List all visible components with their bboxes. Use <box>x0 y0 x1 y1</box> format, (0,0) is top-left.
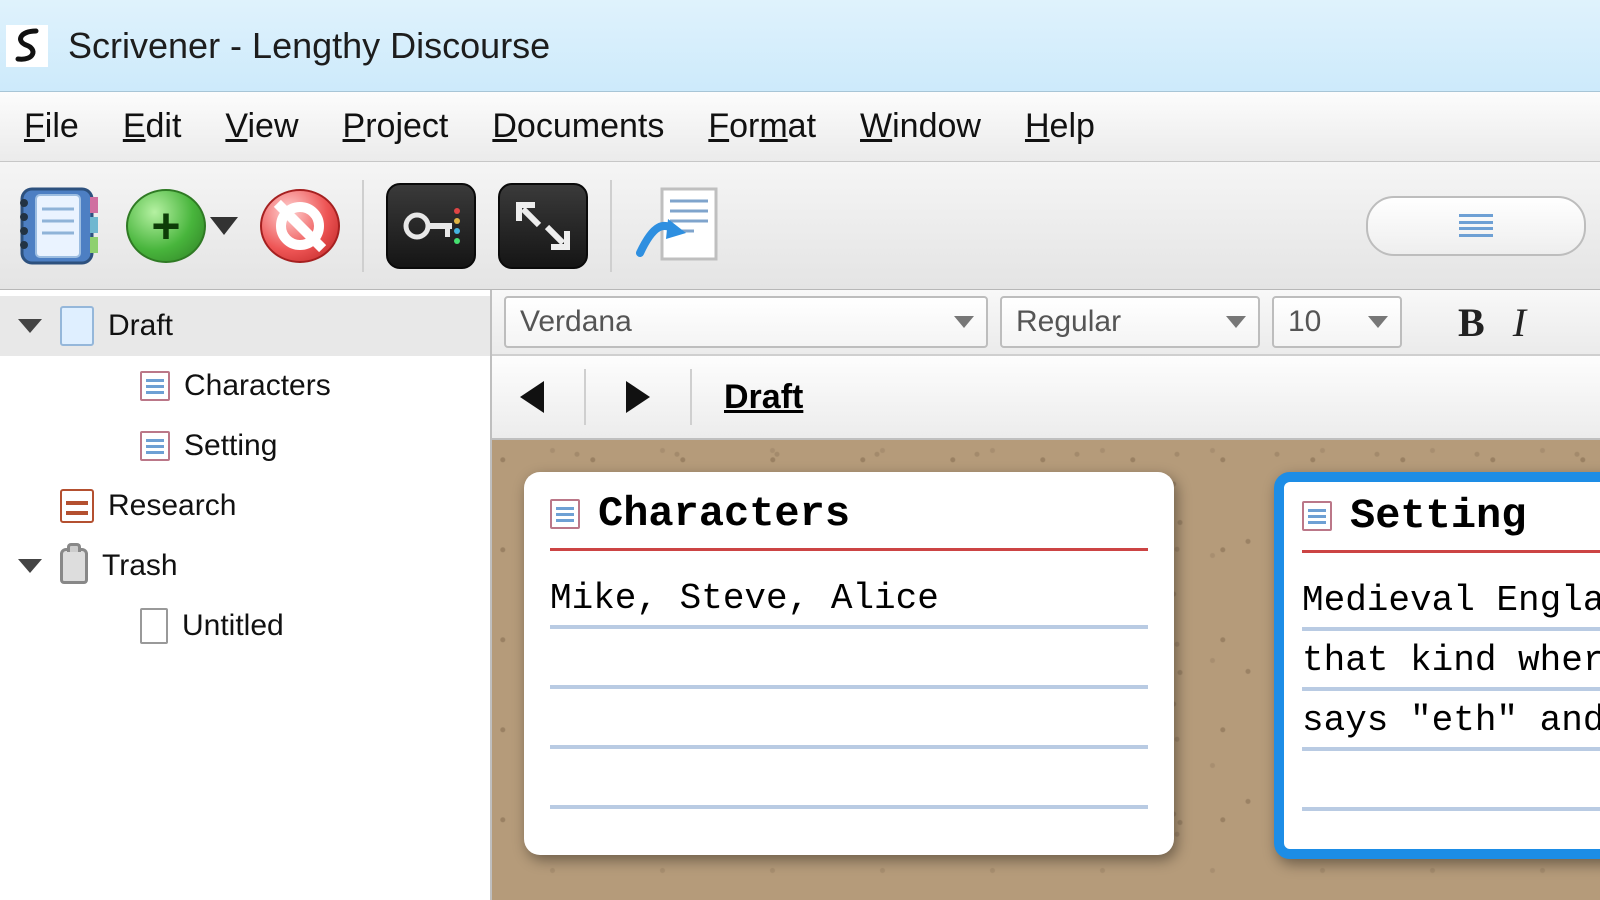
expand-icon <box>515 201 571 251</box>
menu-project[interactable]: Project <box>343 107 449 146</box>
triangle-right-icon <box>626 381 650 413</box>
key-icon <box>401 201 461 251</box>
triangle-left-icon <box>520 381 544 413</box>
menu-file[interactable]: File <box>24 107 79 146</box>
nav-forward-button[interactable] <box>618 377 658 417</box>
chevron-down-icon <box>1368 316 1388 328</box>
app-icon <box>6 25 48 67</box>
card-body[interactable]: Medieval England, but not that kind wher… <box>1302 571 1600 831</box>
menu-view[interactable]: View <box>225 107 298 146</box>
font-size-value: 10 <box>1288 305 1321 339</box>
binder-label: Characters <box>184 369 331 403</box>
compile-button[interactable] <box>634 183 724 269</box>
nav-back-button[interactable] <box>512 377 552 417</box>
no-entry-icon <box>276 202 324 250</box>
editor-path-title[interactable]: Draft <box>724 378 803 417</box>
add-dropdown-caret-icon[interactable] <box>210 217 238 235</box>
toolbar-separator <box>610 180 612 272</box>
binder-sidebar: Draft Characters Setting Research Trash … <box>0 290 492 900</box>
font-style-value: Regular <box>1016 305 1121 339</box>
trash-icon <box>60 548 88 584</box>
binder-label: Untitled <box>182 609 284 643</box>
editor-path-bar: Draft <box>492 356 1600 440</box>
corkboard[interactable]: Characters Mike, Steve, Alice Setting Me… <box>492 440 1600 900</box>
menu-edit[interactable]: Edit <box>123 107 182 146</box>
font-size-dropdown[interactable]: 10 <box>1272 296 1402 348</box>
menu-documents[interactable]: Documents <box>492 107 664 146</box>
document-icon <box>140 431 170 461</box>
binder-label: Trash <box>102 549 178 583</box>
fullscreen-button[interactable] <box>498 183 588 269</box>
binder-label: Setting <box>184 429 277 463</box>
blank-document-icon <box>140 608 168 644</box>
font-family-value: Verdana <box>520 305 632 339</box>
font-style-dropdown[interactable]: Regular <box>1000 296 1260 348</box>
add-button[interactable]: + <box>126 189 206 263</box>
toolbar: + <box>0 162 1600 290</box>
index-card-setting[interactable]: Setting Medieval England, but not that k… <box>1274 472 1600 859</box>
toggle-binder-button[interactable] <box>14 183 104 269</box>
binder-item-trash[interactable]: Trash <box>0 536 490 596</box>
binder-label: Research <box>108 489 236 523</box>
disclosure-triangle-icon[interactable] <box>18 319 42 333</box>
binder-item-setting[interactable]: Setting <box>0 416 490 476</box>
binder-item-research[interactable]: Research <box>0 476 490 536</box>
binder-item-characters[interactable]: Characters <box>0 356 490 416</box>
menu-format[interactable]: Format <box>708 107 816 146</box>
research-icon <box>60 489 94 523</box>
lines-icon <box>1459 213 1493 239</box>
document-icon <box>1302 501 1332 531</box>
document-icon <box>140 371 170 401</box>
view-mode-document[interactable] <box>1368 198 1584 254</box>
format-bar: Verdana Regular 10 B I <box>492 290 1600 356</box>
separator <box>584 369 586 425</box>
card-body[interactable]: Mike, Steve, Alice <box>550 569 1148 829</box>
chevron-down-icon <box>954 316 974 328</box>
binder-item-draft[interactable]: Draft <box>0 296 490 356</box>
folder-icon <box>60 306 94 346</box>
font-family-dropdown[interactable]: Verdana <box>504 296 988 348</box>
disclosure-triangle-icon[interactable] <box>18 559 42 573</box>
document-icon <box>550 499 580 529</box>
window-title: Scrivener - Lengthy Discourse <box>68 25 550 67</box>
card-title: Characters <box>598 490 850 538</box>
index-card-characters[interactable]: Characters Mike, Steve, Alice <box>524 472 1174 855</box>
italic-button[interactable]: I <box>1505 299 1534 346</box>
binder-label: Draft <box>108 309 173 343</box>
chevron-down-icon <box>1226 316 1246 328</box>
bold-button[interactable]: B <box>1450 299 1493 346</box>
menu-bar: File Edit View Project Documents Format … <box>0 92 1600 162</box>
title-bar: Scrivener - Lengthy Discourse <box>0 0 1600 92</box>
binder-item-untitled[interactable]: Untitled <box>0 596 490 656</box>
card-title: Setting <box>1350 492 1526 540</box>
menu-window[interactable]: Window <box>860 107 981 146</box>
delete-button[interactable] <box>260 189 340 263</box>
separator <box>690 369 692 425</box>
view-mode-toggle[interactable] <box>1366 196 1586 256</box>
compile-icon <box>634 183 724 269</box>
keywords-button[interactable] <box>386 183 476 269</box>
toolbar-separator <box>362 180 364 272</box>
menu-help[interactable]: Help <box>1025 107 1095 146</box>
